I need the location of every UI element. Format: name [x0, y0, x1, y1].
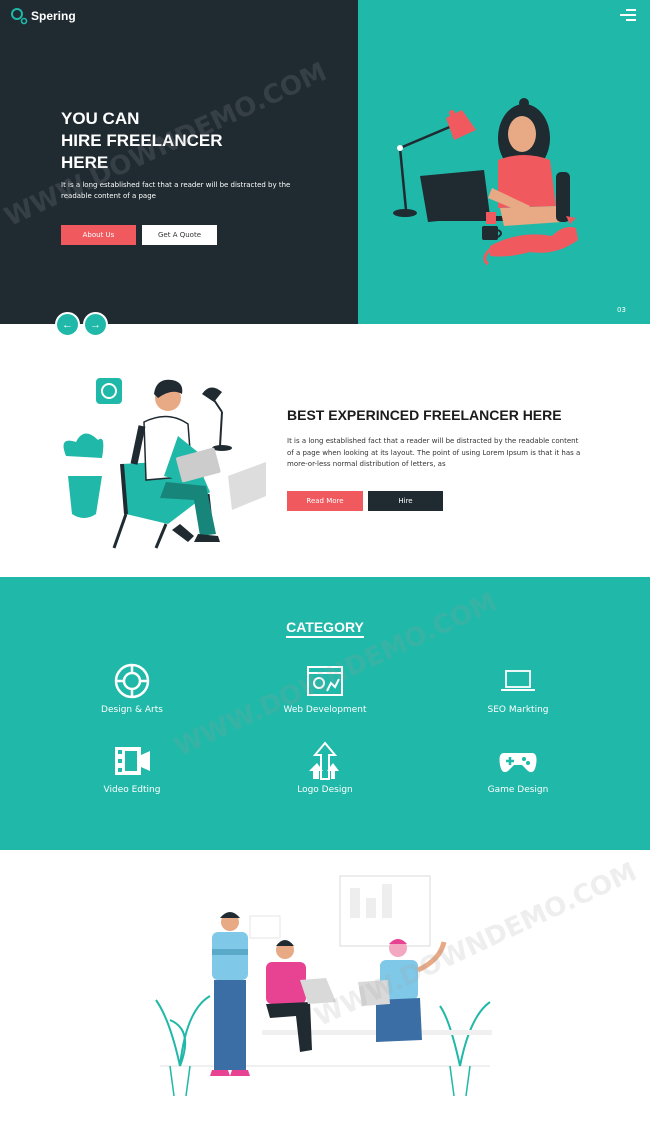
category-title: CATEGORY: [0, 619, 650, 638]
about-title: BEST EXPERINCED FREELANCER HERE: [287, 407, 562, 423]
arrows-up-icon: [309, 741, 339, 780]
gamepad-icon: [499, 753, 537, 773]
web-browser-icon: [307, 666, 343, 696]
carousel-next-button[interactable]: →: [83, 312, 108, 337]
get-quote-button[interactable]: Get A Quote: [142, 225, 217, 245]
team-section: [0, 850, 650, 1138]
brand-logo[interactable]: Spering: [10, 7, 76, 25]
category-label: Web Development: [283, 705, 367, 715]
category-title-text: CATEGORY: [286, 619, 364, 638]
hero-title: YOU CAN HIRE FREELANCER HERE: [61, 108, 321, 174]
hire-button[interactable]: Hire: [368, 491, 443, 511]
brand-name: Spering: [31, 9, 76, 23]
about-description: It is a long established fact that a rea…: [287, 437, 581, 468]
freelancer-woman-illustration: [393, 98, 578, 266]
hero-title-line-1: YOU CAN: [61, 109, 140, 128]
logo-icon: [11, 8, 28, 25]
team-meeting-illustration: [155, 875, 492, 1097]
carousel-prev-button[interactable]: ←: [55, 312, 80, 337]
laptop-icon: [501, 670, 535, 691]
category-design-arts[interactable]: Design & Arts: [62, 661, 202, 715]
category-video-editing[interactable]: Video Edting: [62, 741, 202, 795]
category-section: CATEGORY Design & Arts Web Development S…: [0, 577, 650, 850]
hero-description: It is a long established fact that a rea…: [61, 181, 291, 200]
category-logo-design[interactable]: Logo Design: [255, 741, 395, 795]
film-strip-icon: [115, 747, 150, 775]
hero-section: Spering YOU CAN HIRE FREELANCER HERE It …: [0, 0, 650, 337]
hamburger-menu-icon[interactable]: [620, 9, 636, 23]
category-label: Game Design: [487, 785, 549, 795]
about-section: BEST EXPERINCED FREELANCER HERE It is a …: [0, 324, 650, 577]
about-us-button[interactable]: About Us: [61, 225, 136, 245]
category-label: Video Edting: [103, 785, 161, 795]
category-label: Logo Design: [297, 785, 353, 795]
hero-title-line-3: HERE: [61, 153, 109, 172]
hero-title-line-2: HIRE FREELANCER: [61, 131, 223, 150]
category-web-development[interactable]: Web Development: [255, 661, 395, 715]
slide-counter: 03: [617, 306, 626, 314]
read-more-button[interactable]: Read More: [287, 491, 363, 511]
category-label: Design & Arts: [101, 705, 163, 715]
arrow-right-icon: →: [90, 318, 101, 331]
freelancer-man-illustration: [63, 378, 266, 549]
arrow-left-icon: ←: [62, 318, 73, 331]
palette-icon: [114, 663, 150, 699]
category-seo-marketing[interactable]: SEO Markting: [448, 661, 588, 715]
category-label: SEO Markting: [487, 705, 549, 715]
category-game-design[interactable]: Game Design: [448, 741, 588, 795]
